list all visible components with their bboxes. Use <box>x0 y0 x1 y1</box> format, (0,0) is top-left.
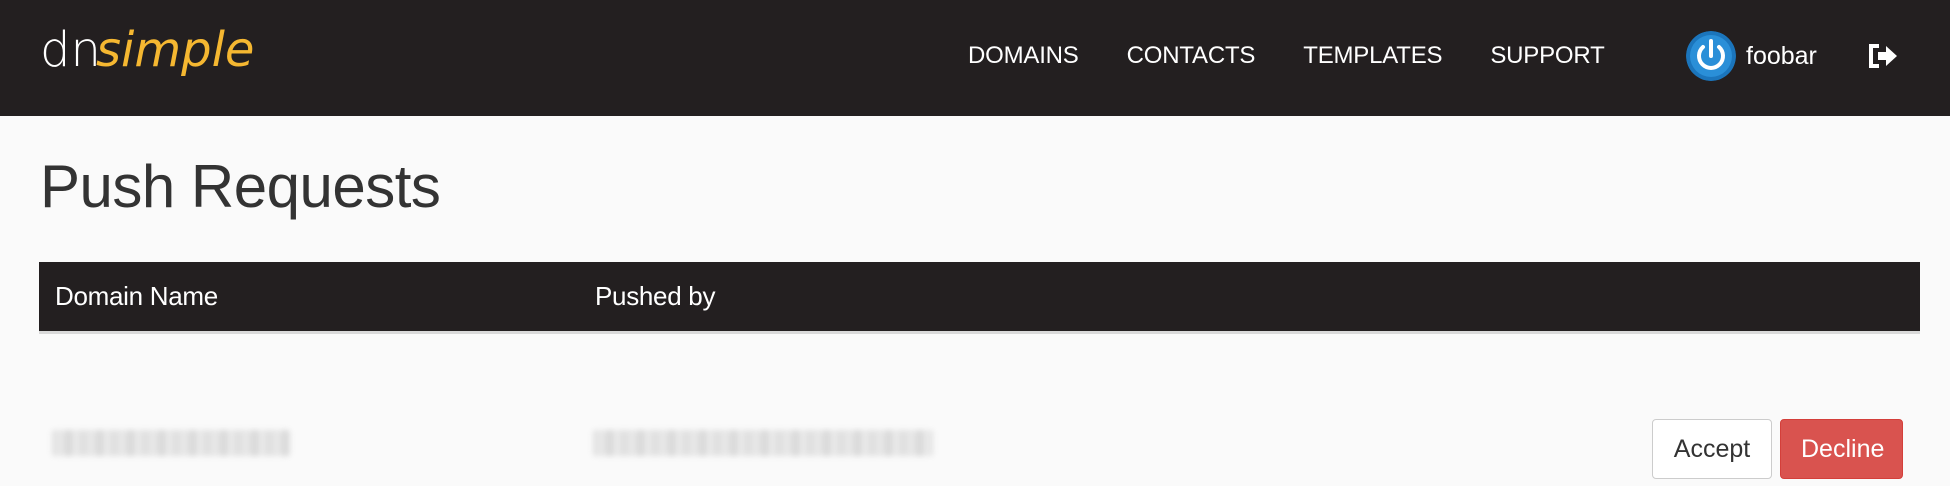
main-nav: DOMAINS CONTACTS TEMPLATES SUPPORT <box>968 0 1605 112</box>
column-header-domain-name: Domain Name <box>55 281 218 311</box>
nav-contacts[interactable]: CONTACTS <box>1127 42 1256 70</box>
username: foobar <box>1746 41 1817 70</box>
top-navbar: dn simple DOMAINS CONTACTS TEMPLATES SUP… <box>0 0 1950 116</box>
row-actions: Accept Decline <box>1652 419 1903 479</box>
nav-support[interactable]: SUPPORT <box>1490 42 1604 70</box>
logo-text-dn: dn <box>40 22 101 78</box>
sign-out-icon[interactable] <box>1865 39 1899 73</box>
push-requests-table: Domain Name Pushed by Accept Decline <box>39 262 1920 479</box>
redacted-domain-name <box>52 430 290 456</box>
column-header-pushed-by: Pushed by <box>595 281 716 311</box>
table-header: Domain Name Pushed by <box>39 262 1920 334</box>
decline-button[interactable]: Decline <box>1780 419 1903 479</box>
power-button-icon <box>1686 31 1736 81</box>
nav-templates[interactable]: TEMPLATES <box>1303 42 1442 70</box>
table-row: Accept Decline <box>39 334 1920 479</box>
logo-text-simple: simple <box>96 22 254 78</box>
accept-button[interactable]: Accept <box>1652 419 1772 479</box>
redacted-pushed-by <box>593 430 933 456</box>
nav-domains[interactable]: DOMAINS <box>968 42 1079 70</box>
dnsimple-logo[interactable]: dn simple <box>40 18 270 98</box>
user-menu[interactable]: foobar <box>1686 30 1817 82</box>
page-title: Push Requests <box>40 153 441 220</box>
